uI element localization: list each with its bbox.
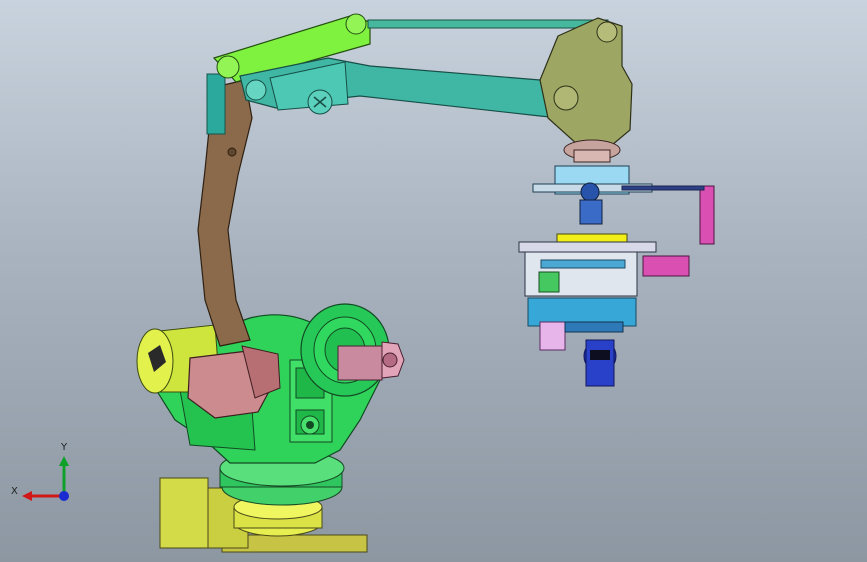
side-motor[interactable]: [337, 341, 405, 381]
main-boom[interactable]: [239, 57, 561, 119]
wrist-joint[interactable]: [539, 17, 633, 163]
x-axis-label: X: [11, 486, 18, 497]
y-axis-label: Y: [60, 442, 68, 453]
rear-arm[interactable]: [197, 73, 253, 347]
cad-viewport[interactable]: Y X: [0, 0, 867, 562]
x-arrowhead-icon: [22, 491, 32, 501]
robot-assembly-model[interactable]: [0, 0, 867, 562]
axis-triad: Y X: [11, 442, 69, 501]
gripper-assembly[interactable]: [518, 165, 715, 387]
y-arrowhead-icon: [59, 456, 69, 466]
z-axis-icon: [59, 491, 69, 501]
